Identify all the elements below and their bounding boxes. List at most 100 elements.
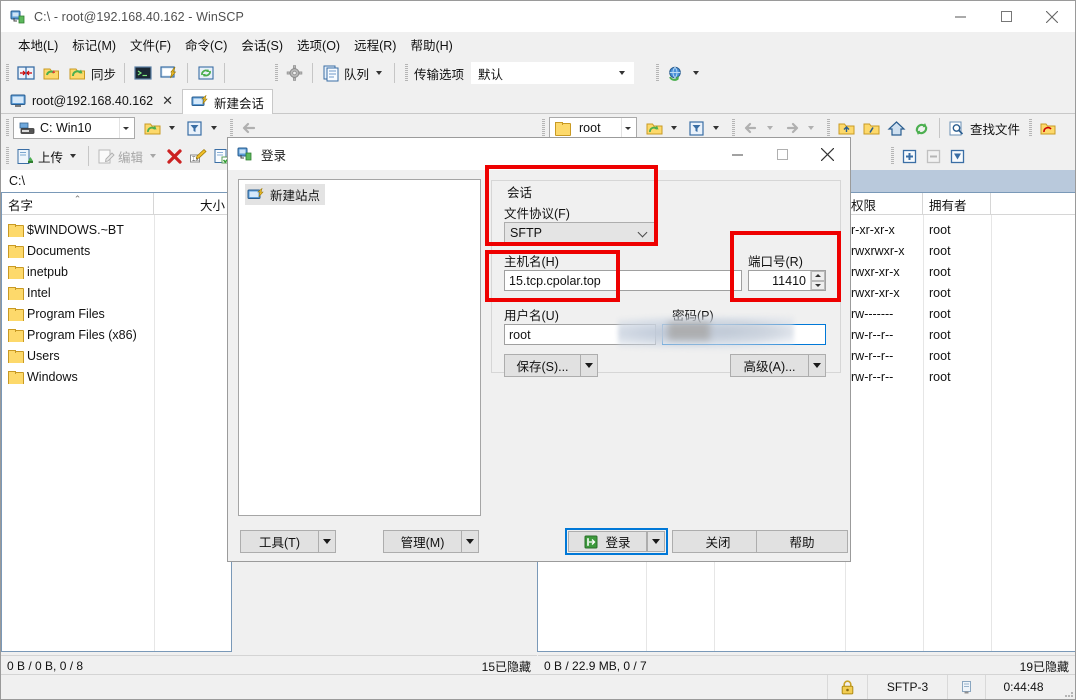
protocol-select[interactable]: SFTP (504, 222, 655, 243)
chevron-down-icon[interactable] (70, 154, 77, 158)
rename-button[interactable]: ⌶x (186, 143, 210, 169)
local-open-directory-button[interactable] (140, 115, 182, 141)
remote-toolbar-grip-4[interactable] (1029, 119, 1033, 137)
find-files-button[interactable]: 查找文件 (945, 115, 1023, 141)
tab-close-icon[interactable]: ✕ (162, 93, 173, 109)
remote-toolbar-grip-3[interactable] (827, 119, 830, 137)
resize-grip[interactable] (1061, 675, 1075, 699)
menu-command[interactable]: 命令(C) (178, 32, 234, 57)
chevron-down-icon[interactable] (767, 126, 773, 130)
hostname-input[interactable]: 15.tcp.cpolar.top (504, 270, 742, 291)
preferences-gear-button[interactable] (282, 60, 307, 86)
manage-dropdown-button[interactable] (461, 530, 479, 553)
remote-toolbar-grip[interactable] (542, 119, 545, 137)
delete-button[interactable] (163, 143, 186, 169)
table-row[interactable]: Intel (2, 282, 231, 303)
chevron-down-icon[interactable] (119, 118, 132, 138)
remote-toolbar-grip-2[interactable] (732, 119, 735, 137)
remote-refresh-button[interactable] (909, 115, 934, 141)
toolbar-grip[interactable] (6, 64, 9, 82)
toolbar-grip-2[interactable] (275, 64, 279, 82)
advanced-split-button[interactable]: 高级(A)... (730, 354, 826, 377)
select-files-button[interactable] (898, 143, 922, 169)
remote-home-directory-button[interactable] (884, 115, 909, 141)
login-dropdown-button[interactable] (647, 531, 665, 552)
login-split-button[interactable]: 登录 (565, 528, 668, 555)
compare-directories-button[interactable] (13, 60, 39, 86)
chevron-down-icon[interactable] (619, 71, 626, 75)
tools-button[interactable]: 工具(T) (240, 530, 318, 553)
tab-new-session[interactable]: 新建会话 (182, 89, 274, 114)
menu-remote[interactable]: 远程(R) (347, 32, 403, 57)
tools-dropdown-button[interactable] (318, 530, 336, 553)
chevron-down-icon[interactable] (150, 154, 157, 158)
chevron-down-icon[interactable] (621, 118, 634, 138)
session-globe-button[interactable] (663, 60, 706, 86)
upload-button[interactable]: 上传 (13, 143, 83, 169)
table-row[interactable]: Program Files (2, 303, 231, 324)
table-row[interactable]: Documents (2, 240, 231, 261)
login-dialog-minimize-button[interactable] (715, 139, 760, 170)
refresh-button[interactable] (193, 60, 219, 86)
login-dialog-close-button[interactable] (805, 139, 850, 170)
status-lock-cell[interactable] (827, 675, 867, 699)
chevron-down-icon[interactable] (211, 126, 217, 130)
chevron-down-icon[interactable] (671, 126, 677, 130)
local-filter-button[interactable] (182, 115, 224, 141)
help-button[interactable]: 帮助 (756, 530, 848, 553)
synchronize-browsing-button[interactable] (39, 60, 65, 86)
chevron-down-icon[interactable] (808, 126, 814, 130)
advanced-button[interactable]: 高级(A)... (730, 354, 808, 377)
remote-root-directory-button[interactable] (859, 115, 884, 141)
table-row[interactable]: Program Files (x86) (2, 324, 231, 345)
transfer-settings-combo[interactable]: 默认 (471, 62, 635, 84)
login-button[interactable]: 登录 (568, 531, 647, 552)
open-terminal-button[interactable] (130, 60, 156, 86)
local-file-panel[interactable]: ⌃ 名字 大小 $WINDOWS.~BT Documents inetpub Inte… (1, 192, 232, 652)
port-spinner-up[interactable] (811, 271, 825, 281)
table-row[interactable]: Users (2, 345, 231, 366)
remote-toolbar2-grip[interactable] (891, 147, 894, 165)
status-transfer-cell[interactable] (947, 675, 985, 699)
port-spinner[interactable] (810, 271, 825, 290)
remote-sync-browsing-button[interactable] (1036, 115, 1061, 141)
remote-column-owner[interactable]: 拥有者 (923, 193, 991, 215)
tree-item-new-site[interactable]: 新建站点 (245, 184, 326, 205)
site-tree[interactable]: 新建站点 (238, 179, 481, 516)
local-path-bar[interactable]: C:\ (1, 170, 231, 192)
login-dialog-maximize-button[interactable] (760, 139, 805, 170)
toolbar-grip-3[interactable] (405, 64, 409, 82)
tab-session-root[interactable]: root@192.168.40.162 ✕ (1, 88, 182, 113)
menu-file[interactable]: 文件(F) (123, 32, 178, 57)
save-dropdown-button[interactable] (580, 354, 598, 377)
port-spinner-down[interactable] (811, 280, 825, 290)
menu-session[interactable]: 会话(S) (234, 32, 290, 57)
remote-column-rights[interactable]: 权限 (845, 193, 923, 215)
unselect-files-button[interactable] (922, 143, 946, 169)
synchronize-button[interactable]: 同步 (65, 60, 119, 86)
remote-directory-combo[interactable]: root (549, 117, 637, 139)
remote-column-extra[interactable] (991, 193, 1075, 215)
manage-button[interactable]: 管理(M) (383, 530, 461, 553)
table-row[interactable]: inetpub (2, 261, 231, 282)
toolbar-grip-4[interactable] (656, 64, 660, 82)
chevron-down-icon[interactable] (169, 126, 175, 130)
invert-selection-button[interactable] (946, 143, 970, 169)
local-column-size[interactable]: 大小 (154, 193, 231, 215)
window-close-button[interactable] (1029, 1, 1075, 32)
port-input[interactable]: 11410 (748, 270, 826, 291)
save-split-button[interactable]: 保存(S)... (504, 354, 598, 377)
left-toolbar-grip[interactable] (6, 119, 9, 137)
queue-button[interactable]: 队列 (318, 60, 389, 86)
window-minimize-button[interactable] (937, 1, 983, 32)
tools-split-button[interactable]: 工具(T) (240, 530, 336, 553)
local-drive-combo[interactable]: C: Win10 (13, 117, 135, 139)
local-column-name[interactable]: ⌃ 名字 (2, 193, 154, 215)
edit-button[interactable]: 编辑 (94, 143, 163, 169)
menu-options[interactable]: 选项(O) (290, 32, 347, 57)
left-toolbar2-grip[interactable] (6, 147, 9, 165)
table-row[interactable]: Windows (2, 366, 231, 387)
close-button[interactable]: 关闭 (672, 530, 764, 553)
window-maximize-button[interactable] (983, 1, 1029, 32)
chevron-down-icon[interactable] (713, 126, 719, 130)
